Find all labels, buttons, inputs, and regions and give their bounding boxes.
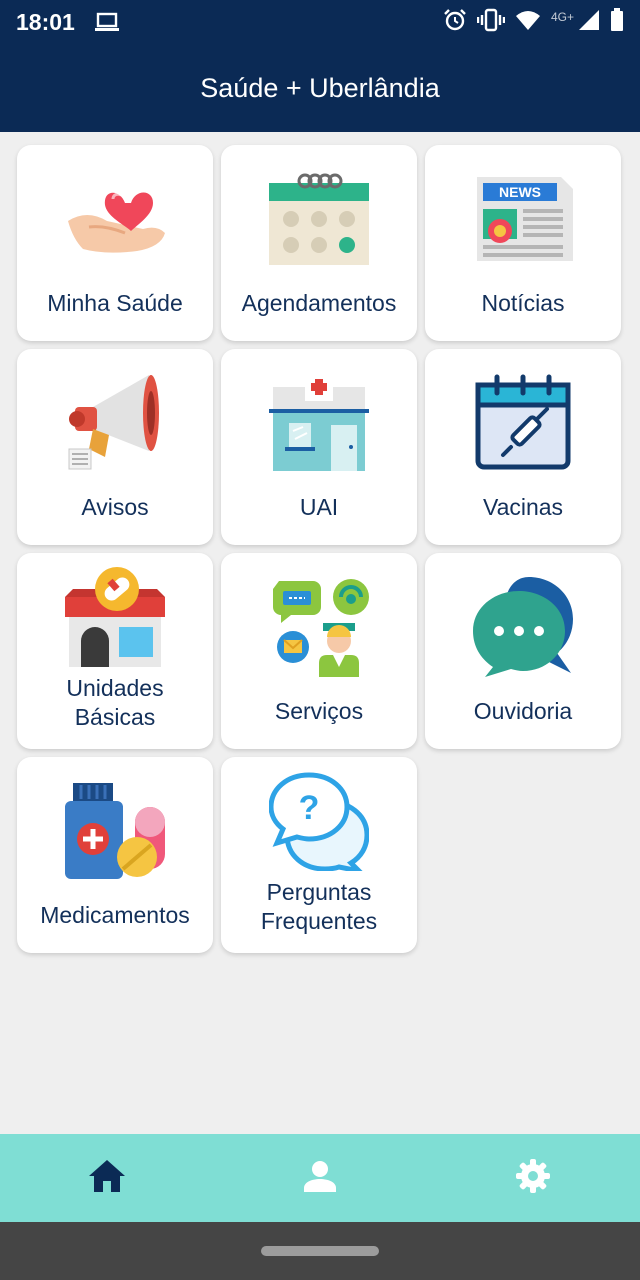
home-gesture-handle[interactable] xyxy=(261,1246,379,1256)
tile-label-line2: Básicas xyxy=(74,704,156,730)
status-bar: 18:01 4G+ xyxy=(0,0,640,44)
tile-label: UAI xyxy=(299,493,339,520)
tile-label: Minha Saúde xyxy=(47,289,183,316)
user-icon xyxy=(303,1160,336,1197)
gear-icon xyxy=(516,1158,551,1198)
tile-avisos[interactable]: Avisos xyxy=(17,349,213,545)
svg-text:?: ? xyxy=(299,789,320,827)
question-bubbles-icon: ? xyxy=(268,771,370,876)
vibrate-icon xyxy=(476,8,506,37)
tile-label: Agendamentos xyxy=(241,289,397,316)
tile-noticias[interactable]: NEWS Notícias xyxy=(425,145,621,341)
tile-minha-saude[interactable]: Minha Saúde xyxy=(17,145,213,341)
support-services-icon xyxy=(269,577,369,677)
battery-icon xyxy=(610,8,624,37)
app-title: Saúde + Uberlândia xyxy=(200,72,440,103)
tile-label: Medicamentos xyxy=(40,901,190,928)
nav-home[interactable] xyxy=(0,1134,213,1222)
menu-grid: Minha Saúde Agendamentos NEWS Notícias A… xyxy=(17,145,621,953)
signal-icon xyxy=(578,9,600,36)
nav-profile[interactable] xyxy=(213,1134,426,1222)
laptop-icon xyxy=(94,12,120,37)
tile-label: Unidades Básicas xyxy=(17,671,213,735)
calendar-icon xyxy=(269,169,369,269)
clinic-building-icon xyxy=(269,373,369,473)
tile-label: Avisos xyxy=(81,493,149,520)
tile-label: Notícias xyxy=(481,289,565,316)
tile-label-line1: Perguntas xyxy=(266,879,372,905)
heart-hand-icon xyxy=(65,169,165,269)
tile-unidades-basicas[interactable]: Unidades Básicas xyxy=(17,553,213,749)
tile-medicamentos[interactable]: Medicamentos xyxy=(17,757,213,953)
health-unit-icon xyxy=(65,567,165,667)
wifi-icon xyxy=(515,9,541,36)
alarm-icon xyxy=(443,8,467,37)
vaccine-calendar-icon xyxy=(473,373,573,473)
tile-label: Serviços xyxy=(274,697,364,724)
tile-uai[interactable]: UAI xyxy=(221,349,417,545)
tile-label-line1: Unidades xyxy=(66,675,164,701)
chat-bubbles-icon xyxy=(473,577,573,677)
megaphone-icon xyxy=(65,373,165,473)
tile-servicos[interactable]: Serviços xyxy=(221,553,417,749)
tile-agendamentos[interactable]: Agendamentos xyxy=(221,145,417,341)
tile-label: Perguntas Frequentes xyxy=(221,875,417,939)
tile-perguntas-frequentes[interactable]: ? Perguntas Frequentes xyxy=(221,757,417,953)
newspaper-icon: NEWS xyxy=(473,169,573,269)
tile-label: Vacinas xyxy=(482,493,564,520)
status-time: 18:01 xyxy=(16,9,75,35)
medicine-bottle-icon xyxy=(65,781,165,881)
home-icon xyxy=(88,1159,126,1198)
tile-label-line2: Frequentes xyxy=(260,908,378,934)
tile-ouvidoria[interactable]: Ouvidoria xyxy=(425,553,621,749)
network-type: 4G+ xyxy=(550,9,574,24)
svg-text:NEWS: NEWS xyxy=(499,184,541,200)
tile-vacinas[interactable]: Vacinas xyxy=(425,349,621,545)
system-nav-bar xyxy=(0,1222,640,1280)
app-bar: Saúde + Uberlândia xyxy=(0,44,640,132)
tile-label: Ouvidoria xyxy=(473,697,573,724)
nav-settings[interactable] xyxy=(427,1134,640,1222)
bottom-navigation xyxy=(0,1134,640,1222)
